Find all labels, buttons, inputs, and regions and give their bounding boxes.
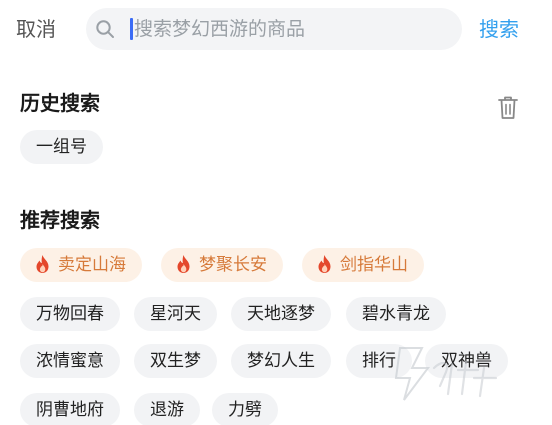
flame-icon — [318, 255, 331, 273]
watermark-logo — [394, 347, 498, 401]
recommend-chip[interactable]: 梦幻人生 — [231, 344, 331, 378]
recommend-chip[interactable]: 阴曹地府 — [20, 393, 120, 425]
search-box[interactable] — [86, 8, 462, 50]
search-button[interactable]: 搜索 — [479, 16, 519, 42]
recommend-chip[interactable]: 双生梦 — [134, 344, 217, 378]
recommend-chip[interactable]: 浓情蜜意 — [20, 344, 120, 378]
hot-chip-label: 梦聚长安 — [199, 255, 267, 275]
hot-chip-label: 卖定山海 — [58, 255, 126, 275]
text-caret — [130, 18, 133, 40]
trash-icon[interactable] — [497, 95, 519, 120]
hot-chip[interactable]: 剑指华山 — [302, 248, 424, 282]
search-icon — [96, 20, 114, 38]
history-chip[interactable]: 一组号 — [20, 130, 103, 164]
hot-chip[interactable]: 梦聚长安 — [161, 248, 283, 282]
search-header: 取消 搜索 — [0, 0, 552, 58]
recommend-title: 推荐搜索 — [20, 208, 100, 232]
flame-icon — [177, 255, 190, 273]
recommend-chip[interactable]: 退游 — [134, 393, 200, 425]
recommend-chip[interactable]: 万物回春 — [20, 297, 120, 331]
cancel-button[interactable]: 取消 — [16, 16, 56, 42]
search-input[interactable] — [134, 14, 454, 44]
recommend-chip[interactable]: 星河天 — [134, 297, 217, 331]
hot-chip-label: 剑指华山 — [340, 255, 408, 275]
recommend-chip[interactable]: 碧水青龙 — [346, 297, 446, 331]
history-title: 历史搜索 — [20, 91, 100, 115]
hot-chip[interactable]: 卖定山海 — [20, 248, 142, 282]
recommend-chip[interactable]: 力劈 — [212, 393, 278, 425]
recommend-chip[interactable]: 天地逐梦 — [231, 297, 331, 331]
flame-icon — [36, 255, 49, 273]
